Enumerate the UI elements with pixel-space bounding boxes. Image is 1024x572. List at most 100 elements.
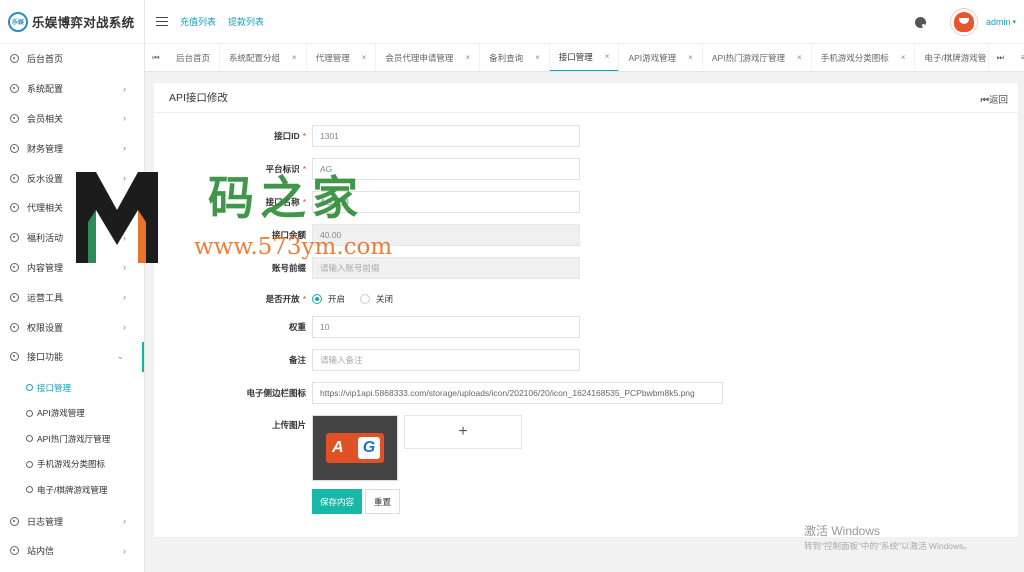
tab-api-hot-halls[interactable]: API热门游戏厅管理 × (703, 44, 812, 71)
withdraw-list-link[interactable]: 提款列表 (228, 15, 264, 28)
chevron-right-icon: › (123, 83, 126, 94)
hamburger-menu-icon[interactable] (156, 14, 168, 29)
radio-label: 关闭 (376, 294, 394, 304)
form-card: API接口修改 ⏮返回 接口ID * 1301 平台标识 * AG 接口名称 * AG… (153, 82, 1019, 538)
tab-menu-icon[interactable]: ≡ ▾ (1011, 53, 1024, 62)
sidebar-item-interfaces[interactable]: 接口功能 ⌄ (0, 341, 144, 372)
sidebar-item-operations[interactable]: 运营工具 › (0, 282, 144, 312)
tab-label: API热门游戏厅管理 (711, 52, 786, 63)
sidebar-icon-url-input[interactable]: https://vip1api.5868333.com/storage/uplo… (312, 382, 723, 404)
sidebar-item-label: 站内信 (27, 546, 55, 557)
page-title: API接口修改 (169, 92, 228, 104)
close-icon[interactable]: × (362, 53, 367, 62)
tab-agent-manage[interactable]: 代理管理 × (307, 44, 377, 71)
sidebar-item-logs[interactable]: 日志管理 › (0, 506, 144, 536)
form-row-id: 接口ID * 1301 (154, 125, 580, 147)
sidebar-item-permissions[interactable]: 权限设置 › (0, 312, 144, 342)
sidebar-subitem-api-games[interactable]: API游戏管理 (0, 400, 144, 426)
close-icon[interactable]: × (605, 52, 610, 61)
weight-input[interactable]: 10 (312, 316, 580, 338)
circle-icon (26, 435, 33, 443)
circle-icon (10, 173, 19, 183)
tab-api-games[interactable]: API游戏管理 × (619, 44, 703, 71)
recharge-list-link[interactable]: 充值列表 (180, 15, 216, 28)
close-icon[interactable]: × (688, 53, 693, 62)
circle-icon (26, 486, 33, 494)
form-row-sidebar-icon: 电子侧边栏图标 https://vip1api.5868333.com/stor… (154, 382, 723, 404)
interface-id-input[interactable]: 1301 (312, 125, 580, 147)
tab-label: 后台首页 (176, 52, 211, 63)
circle-icon (10, 54, 19, 64)
save-button[interactable]: 保存内容 (312, 489, 363, 514)
circle-icon (10, 352, 19, 362)
open-radio-off[interactable]: 关闭 (360, 293, 393, 305)
reset-button[interactable]: 重置 (365, 489, 401, 514)
circle-icon (10, 233, 19, 243)
sidebar-subitem-label: 电子/棋牌游戏管理 (37, 484, 108, 495)
required-mark: * (302, 131, 306, 141)
sidebar-item-label: 福利活动 (27, 233, 64, 244)
sidebar-item-home[interactable]: 后台首页 (0, 44, 144, 74)
sidebar-item-label: 接口功能 (27, 352, 64, 363)
tab-label: 系统配置分组 (229, 52, 281, 63)
sidebar-item-label: 会员相关 (27, 113, 64, 124)
tab-label: 接口管理 (558, 51, 593, 62)
sidebar-item-messages[interactable]: 站内信 › (0, 536, 144, 566)
sidebar-subitem-api-hot-halls[interactable]: API热门游戏厅管理 (0, 426, 144, 452)
circle-icon (10, 292, 19, 302)
sidebar-subitem-interface-manage[interactable]: 接口管理 (0, 375, 144, 401)
tab-scroll-left-icon[interactable]: ⏮ (145, 53, 167, 63)
sidebar-subitem-label: API热门游戏厅管理 (37, 433, 111, 444)
app-title: 乐娱博弈对战系统 (32, 16, 135, 30)
circle-icon (26, 409, 33, 417)
tab-mobile-category-icons[interactable]: 手机游戏分类图标 × (812, 44, 916, 71)
tab-profit-query[interactable]: 备利查询 × (480, 44, 550, 71)
circle-icon (26, 384, 33, 392)
card-header: API接口修改 ⏮返回 (154, 83, 1018, 113)
tab-system-config-group[interactable]: 系统配置分组 × (220, 44, 307, 71)
form-row-remark: 备注 请输入备注 (154, 349, 580, 371)
user-area: admin ▾ (914, 0, 1016, 44)
form-row-prefix: 账号前缀 请输入账号前缀 (154, 257, 580, 279)
remark-input[interactable]: 请输入备注 (312, 349, 580, 371)
tab-label: 会员代理申请管理 (385, 52, 454, 63)
tab-scroll-right-icon[interactable]: ⏭ (989, 53, 1011, 63)
chevron-right-icon: › (123, 516, 126, 527)
tab-interface-manage[interactable]: 接口管理 × (549, 44, 620, 71)
back-link[interactable]: ⏮返回 (980, 92, 1008, 106)
tab-home[interactable]: 后台首页 (167, 44, 221, 71)
admin-username[interactable]: admin (986, 17, 1011, 27)
circle-icon (10, 516, 19, 526)
open-radio-on[interactable]: 开启 (312, 293, 345, 305)
tab-slot-chess-games[interactable]: 电子/棋牌游戏管 (915, 44, 990, 71)
sidebar-subitem-mobile-category-icons[interactable]: 手机游戏分类图标 (0, 451, 144, 477)
upload-plus-button[interactable]: + (404, 415, 522, 449)
sidebar-item-members[interactable]: 会员相关 › (0, 104, 144, 134)
close-icon[interactable]: × (901, 53, 906, 62)
caret-down-icon[interactable]: ▾ (1012, 18, 1016, 26)
sidebar-item-finance[interactable]: 财务管理 › (0, 133, 144, 163)
tab-member-agent-apply[interactable]: 会员代理申请管理 × (376, 44, 481, 71)
close-icon[interactable]: × (465, 53, 470, 62)
chevron-down-icon: ⌄ (116, 351, 124, 362)
sidebar-item-system-config[interactable]: 系统配置 › (0, 74, 144, 104)
tab-label: 备利查询 (489, 52, 524, 63)
field-label: 备注 (288, 355, 306, 365)
close-icon[interactable]: × (797, 53, 802, 62)
close-icon[interactable]: × (535, 53, 540, 62)
chevron-right-icon: › (123, 322, 126, 333)
sidebar-item-label: 日志管理 (27, 516, 64, 527)
chevron-right-icon: › (123, 545, 126, 556)
sidebar-item-label: 运营工具 (27, 292, 64, 303)
form-row-upload: 上传图片 A G + (154, 415, 522, 481)
uploaded-image-thumbnail[interactable]: A G (312, 415, 398, 481)
circle-icon (10, 113, 19, 123)
palette-icon[interactable] (914, 16, 926, 28)
avatar[interactable] (949, 8, 978, 36)
chevron-right-icon: › (123, 143, 126, 154)
circle-icon (10, 143, 19, 153)
sidebar-subitem-slot-chess-games[interactable]: 电子/棋牌游戏管理 (0, 477, 144, 503)
close-icon[interactable]: × (292, 53, 297, 62)
app-logo[interactable]: 乐娱 乐娱博弈对战系统 (0, 0, 144, 44)
sidebar-item-label: 系统配置 (27, 84, 64, 95)
